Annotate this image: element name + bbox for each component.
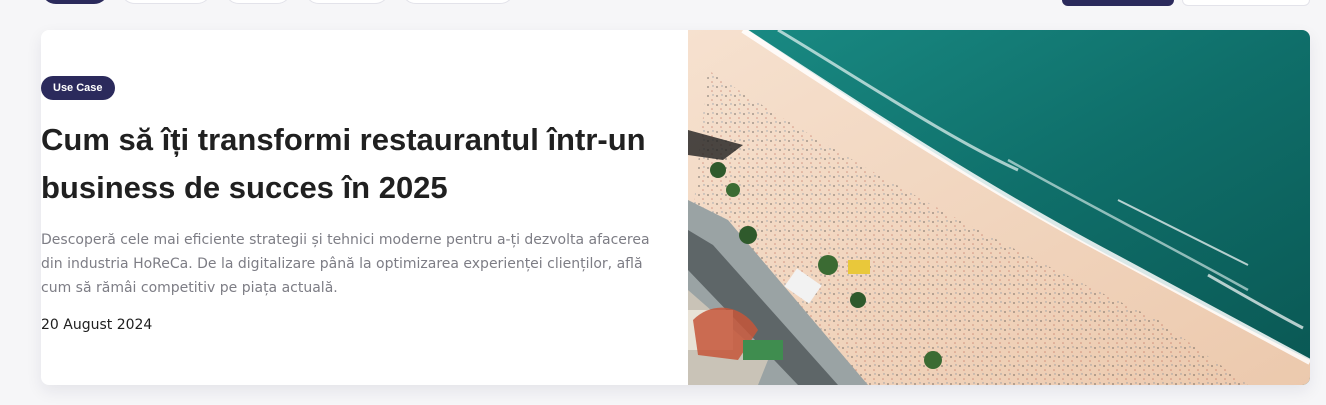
category-badge[interactable]: Use Case xyxy=(41,76,115,100)
article-card[interactable]: Use Case Cum să îți transformi restauran… xyxy=(41,30,1310,385)
article-text-column: Use Case Cum să îți transformi restauran… xyxy=(41,30,688,385)
filter-chip[interactable] xyxy=(304,0,390,4)
article-image[interactable] xyxy=(688,30,1310,385)
beach-aerial-image xyxy=(688,30,1310,385)
secondary-action-button[interactable] xyxy=(1182,0,1310,6)
article-date: 20 August 2024 xyxy=(41,317,153,333)
article-title[interactable]: Cum să îți transformi restaurantul într-… xyxy=(41,116,681,212)
filter-chip[interactable] xyxy=(401,0,515,4)
filter-chip[interactable] xyxy=(224,0,292,4)
filter-bar xyxy=(0,0,1326,6)
article-description: Descoperă cele mai eficiente strategii ș… xyxy=(41,232,650,296)
filter-chip-active[interactable] xyxy=(41,0,109,4)
primary-action-button[interactable] xyxy=(1062,0,1174,6)
filter-chip[interactable] xyxy=(120,0,212,4)
